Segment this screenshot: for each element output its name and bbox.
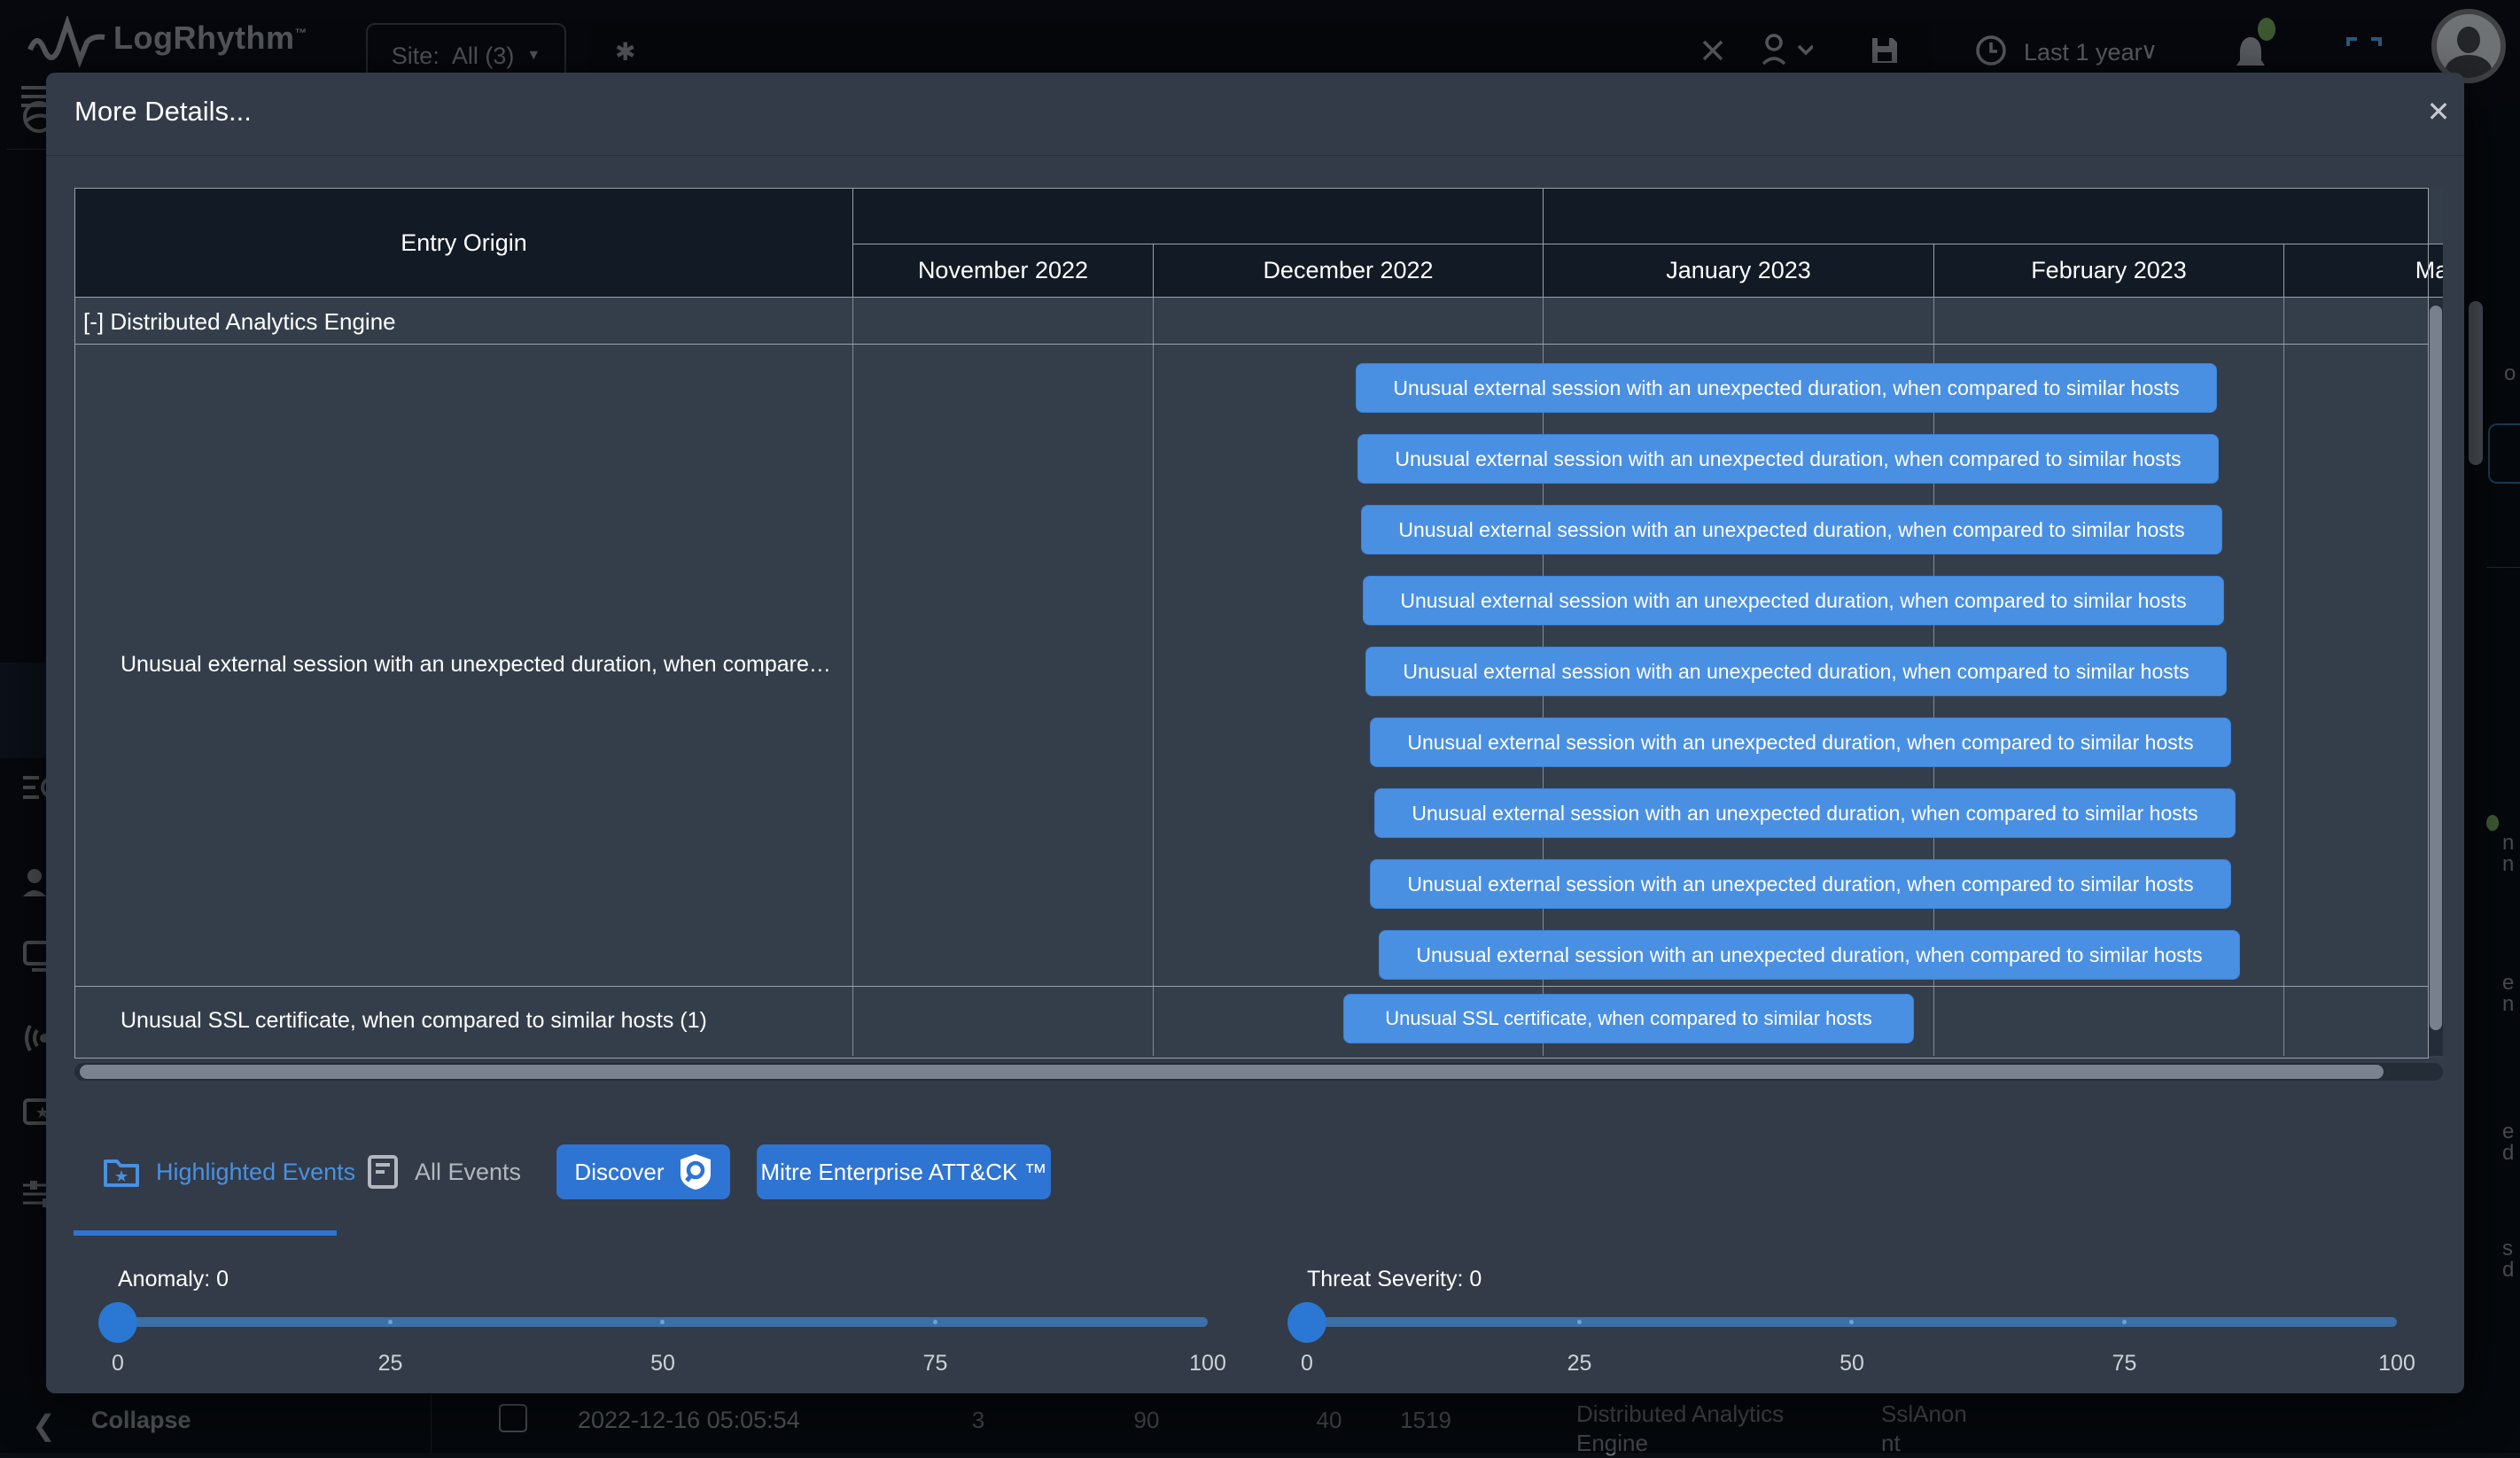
more-details-modal: More Details... ✕ Entry Origin November … [46,73,2464,1393]
slider-tick-label: 25 [1567,1351,1592,1377]
event-pill-unusual-session[interactable]: Unusual external session with an unexpec… [1356,363,2217,413]
slider-tick-label: 0 [112,1351,124,1377]
modal-title: More Details... [74,96,252,128]
tab-highlighted-events-label: Highlighted Events [156,1159,355,1186]
slider-tick-label: 75 [923,1351,948,1377]
events-timeline-table: Entry Origin November 2022December 2022J… [74,188,2443,1059]
column-gridline [852,298,853,1056]
anomaly-slider-label: Anomaly: 0 [118,1267,229,1292]
discover-shield-search-icon [679,1153,712,1190]
discover-button-label: Discover [574,1159,664,1186]
event-pill-unusual-session[interactable]: Unusual external session with an unexpec… [1357,434,2219,484]
active-tab-underline [74,1230,337,1236]
column-gridline [1153,298,1154,1056]
mitre-attack-button[interactable]: Mitre Enterprise ATT&CK ™ [757,1144,1051,1199]
row-divider [74,344,2429,345]
slider-tick-label: 50 [650,1351,675,1377]
year-group-cell-2023 [1543,188,2429,244]
month-header-5: March 2023 [2283,244,2443,298]
threat-severity-slider-thumb[interactable] [1287,1302,1326,1343]
column-gridline [2283,298,2284,1056]
event-pill-unusual-session[interactable]: Unusual external session with an unexpec… [1370,859,2231,909]
close-icon[interactable]: ✕ [2417,90,2460,133]
tab-all-events[interactable]: All Events [367,1148,521,1196]
month-header-4: February 2023 [1933,244,2284,298]
event-pill-unusual-session[interactable]: Unusual external session with an unexpec… [1361,505,2222,555]
threat-severity-slider-track[interactable] [1307,1317,2397,1327]
entry-origin-header: Entry Origin [74,188,853,298]
month-header-2: December 2022 [1153,244,1544,298]
event-pill-unusual-session[interactable]: Unusual external session with an unexpec… [1379,930,2240,980]
slider-tick-label: 50 [1839,1351,1864,1377]
row-label-unusual-ssl: Unusual SSL certificate, when compared t… [121,1008,707,1034]
slider-tick-label: 25 [378,1351,403,1377]
svg-text:★: ★ [114,1167,128,1185]
group-row-toggle[interactable]: [-] Distributed Analytics Engine [83,308,396,336]
anomaly-slider-track[interactable] [118,1317,1208,1327]
table-hscrollbar-thumb[interactable] [80,1065,2384,1079]
mitre-attack-button-label: Mitre Enterprise ATT&CK ™ [760,1159,1046,1186]
tab-highlighted-events[interactable]: ★ Highlighted Events [103,1148,355,1196]
row-divider [74,986,2429,987]
table-vscrollbar-thumb[interactable] [2430,306,2442,1030]
anomaly-slider-thumb[interactable] [98,1302,137,1343]
event-pill-unusual-session[interactable]: Unusual external session with an unexpec… [1365,647,2227,696]
event-pill-unusual-ssl[interactable]: Unusual SSL certificate, when compared t… [1343,994,1914,1043]
threat-severity-slider-label: Threat Severity: 0 [1307,1267,1482,1292]
slider-tick-label: 100 [1189,1351,1226,1377]
modal-header-divider [46,155,2464,156]
slider-tick-label: 75 [2112,1351,2137,1377]
tab-all-events-label: All Events [415,1159,521,1186]
discover-button[interactable]: Discover [556,1144,730,1199]
slider-tick-label: 100 [2378,1351,2415,1377]
document-list-icon [367,1154,399,1190]
event-pill-unusual-session[interactable]: Unusual external session with an unexpec… [1374,788,2236,838]
month-header-1: November 2022 [852,244,1154,298]
event-pill-unusual-session[interactable]: Unusual external session with an unexpec… [1363,576,2224,625]
slider-tick-label: 0 [1301,1351,1313,1377]
row-label-unusual-session: Unusual external session with an unexpec… [121,652,831,678]
folder-star-icon: ★ [103,1155,140,1189]
table-hscrollbar-track[interactable] [74,1063,2443,1081]
month-header-3: January 2023 [1543,244,1934,298]
year-group-cell-2022 [852,188,1544,244]
event-pill-unusual-session[interactable]: Unusual external session with an unexpec… [1370,717,2231,767]
